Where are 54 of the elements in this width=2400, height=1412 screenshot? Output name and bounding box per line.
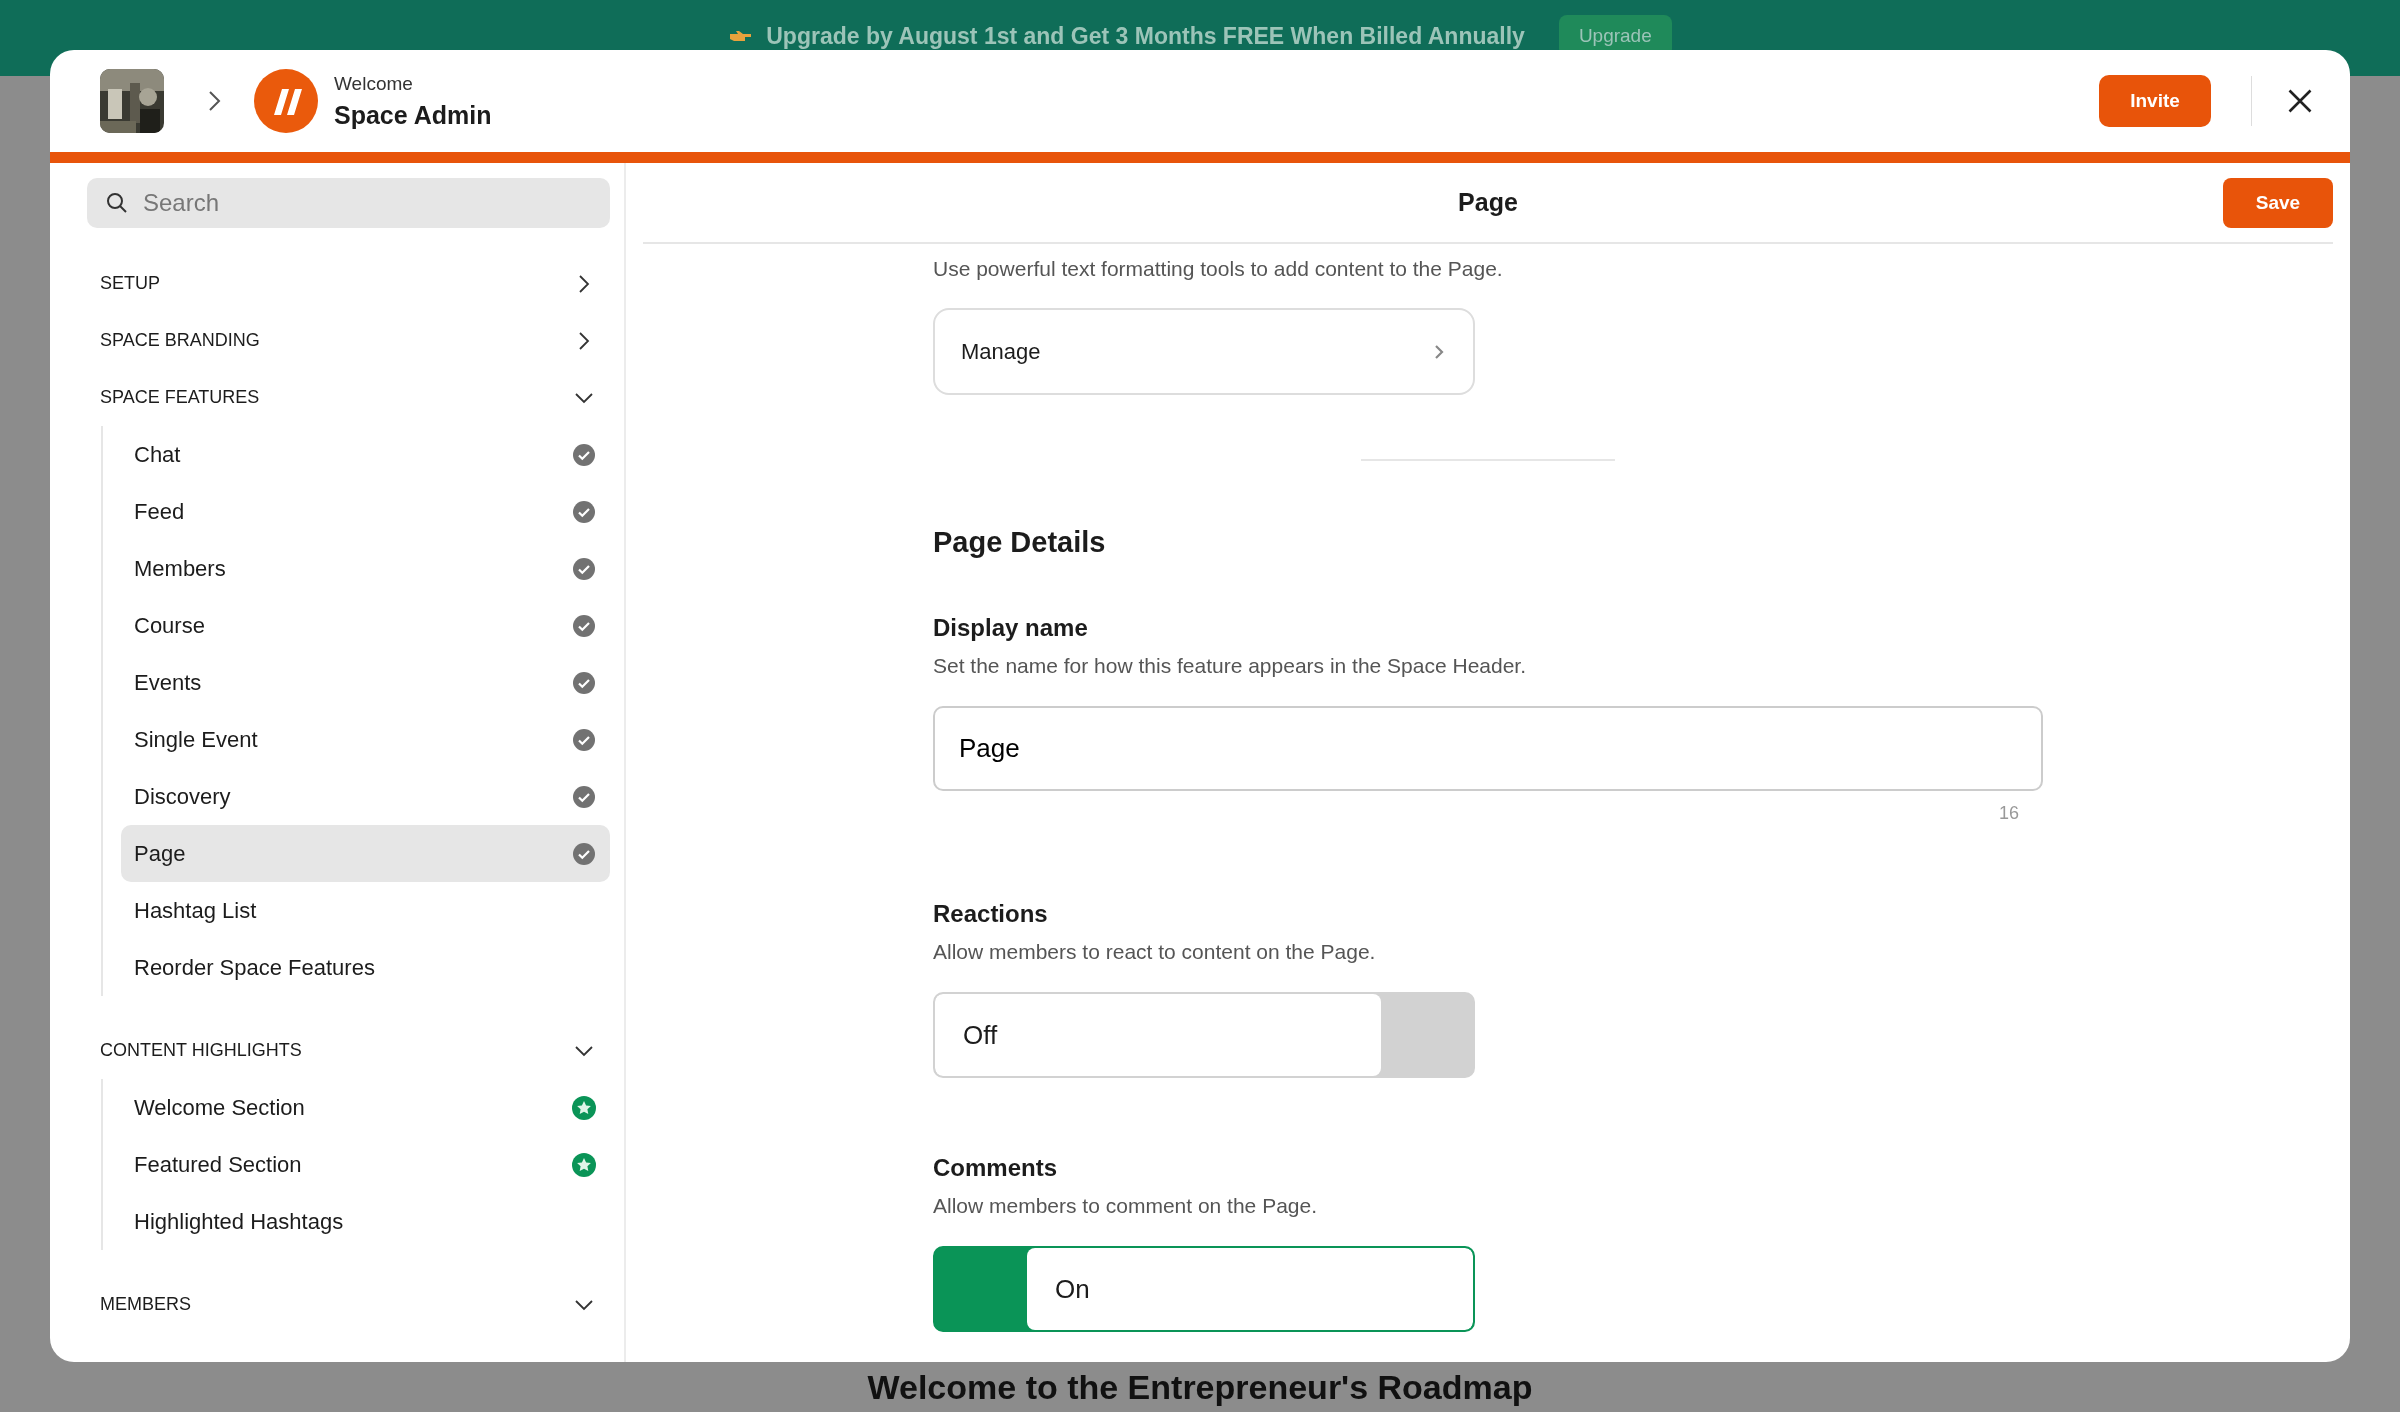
section-header[interactable]: MEMBERS <box>87 1276 610 1333</box>
sidebar-item[interactable]: Discovery <box>121 768 610 825</box>
section-header[interactable]: SPACE BRANDING <box>87 312 610 369</box>
sidebar-item[interactable]: Members <box>121 540 610 597</box>
sidebar-item[interactable]: Single Event <box>121 711 610 768</box>
field-label: Reactions <box>933 900 1048 928</box>
toggle-switch[interactable]: On <box>933 1246 1475 1332</box>
section-title: Page Details <box>933 526 1106 559</box>
field-description: Allow members to react to content on the Page. <box>933 940 1376 964</box>
sidebar-item[interactable]: Feed <box>121 483 610 540</box>
sidebar-item[interactable]: Reorder Space Features <box>121 939 610 996</box>
search-field[interactable]: Search <box>87 178 610 228</box>
chevron-right-icon <box>206 89 222 113</box>
sidebar-item[interactable]: Chat <box>121 426 610 483</box>
sidebar-item[interactable]: Hashtag List <box>121 882 610 939</box>
sidebar-item[interactable]: Featured Section <box>121 1136 610 1193</box>
check-icon <box>572 556 596 581</box>
save-button[interactable]: Save <box>2223 178 2333 228</box>
logo-icon <box>254 69 318 133</box>
section-header[interactable]: CONTENT HIGHLIGHTS <box>87 1022 610 1079</box>
toggle-state: Off <box>963 1019 998 1051</box>
check-icon <box>572 670 596 695</box>
header-title: Space Admin <box>334 100 492 130</box>
banner-message: Upgrade by August 1st and Get 3 Months FREE When Billed Annually <box>766 22 1525 50</box>
check-icon <box>572 613 596 638</box>
sidebar-item[interactable]: Events <box>121 654 610 711</box>
field-description: Allow members to comment on the Page. <box>933 1194 1317 1218</box>
check-icon <box>572 499 596 524</box>
invite-button[interactable]: Invite <box>2099 75 2211 127</box>
page-heading: Welcome to the Entrepreneur's Roadmap <box>866 1368 1534 1407</box>
section-header[interactable]: SPACE FEATURES <box>87 369 610 426</box>
sidebar-item[interactable]: Page <box>121 825 610 882</box>
check-icon <box>572 442 596 467</box>
display-name-field[interactable]: Page <box>933 706 2043 791</box>
manage-button[interactable]: Manage <box>933 308 1475 395</box>
sidebar-item[interactable]: Highlighted Hashtags <box>121 1193 610 1250</box>
pointing-hand-icon <box>728 28 753 44</box>
field-description: Set the name for how this feature appears in the Space Header. <box>933 654 1527 678</box>
check-icon <box>572 784 596 809</box>
description: Use powerful text formatting tools to add content to the Page. <box>933 257 1503 281</box>
check-icon <box>572 727 596 752</box>
field-label: Display name <box>933 614 1088 642</box>
search-icon <box>105 191 129 215</box>
check-icon <box>572 841 596 866</box>
panel-title: Page <box>1458 188 1518 217</box>
sidebar-item[interactable]: Welcome Section <box>121 1079 610 1136</box>
field-label: Comments <box>933 1154 1058 1182</box>
toggle-switch[interactable]: Off <box>933 992 1475 1078</box>
section-header[interactable]: SETUP <box>87 255 610 312</box>
character-counter: 16 <box>1998 803 2019 824</box>
toggle-state: On <box>1055 1273 1090 1305</box>
sidebar-item[interactable]: Course <box>121 597 610 654</box>
header-subtitle: Welcome <box>334 72 414 95</box>
close-icon[interactable] <box>2286 87 2314 115</box>
